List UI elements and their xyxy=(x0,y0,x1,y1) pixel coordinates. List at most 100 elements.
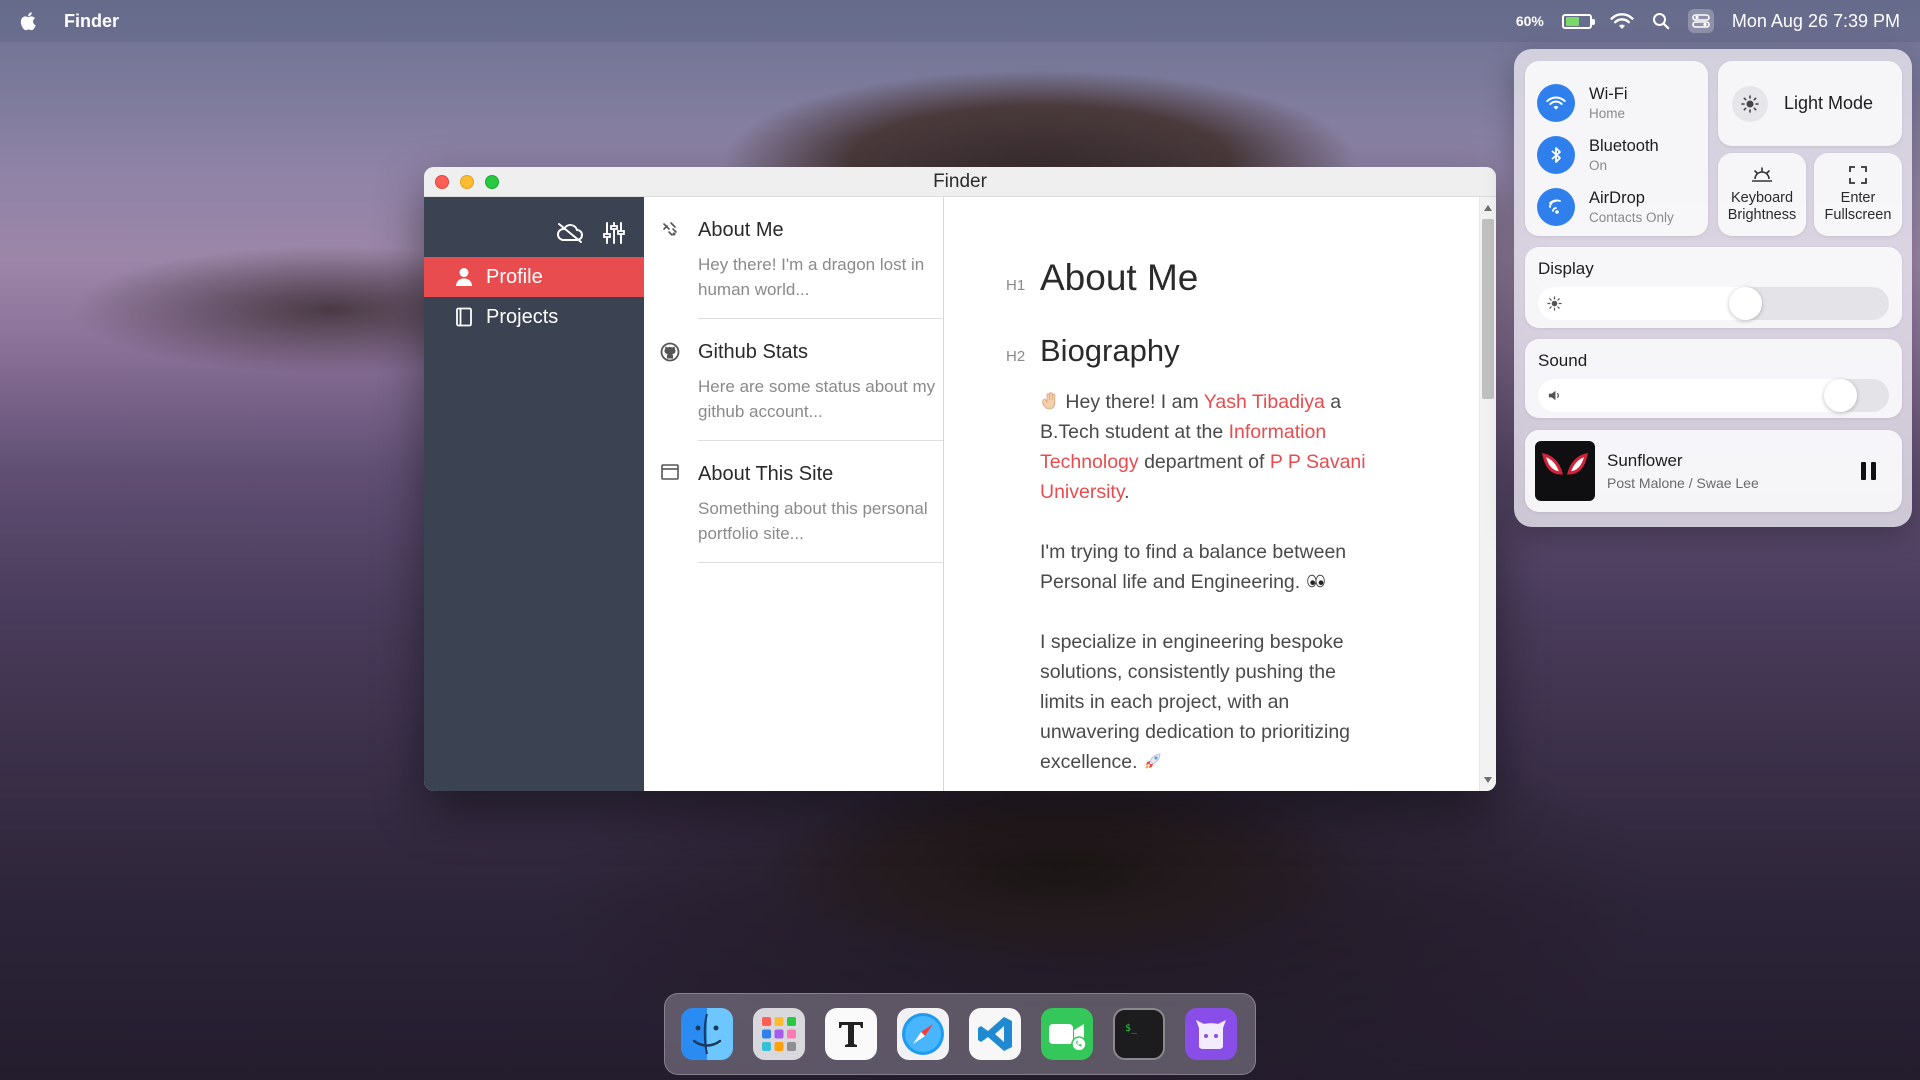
sidebar-item-profile[interactable]: Profile xyxy=(424,257,644,297)
airdrop-icon xyxy=(1537,188,1575,226)
wifi-toggle[interactable]: Wi-Fi Home xyxy=(1537,77,1708,129)
song-title: Sunflower xyxy=(1607,451,1683,470)
cloud-off-icon[interactable] xyxy=(556,219,584,247)
control-center-icon[interactable] xyxy=(1687,9,1714,33)
speaker-icon xyxy=(1548,390,1559,401)
battery-percent: 60% xyxy=(1515,13,1544,29)
person-icon xyxy=(454,267,474,287)
list-item-about-me[interactable]: About Me Hey there! I'm a dragon lost in… xyxy=(644,197,943,319)
bio-text: . xyxy=(1124,481,1130,503)
close-window-button[interactable] xyxy=(435,174,449,189)
wifi-icon xyxy=(1537,84,1575,122)
light-mode-toggle[interactable]: Light Mode xyxy=(1718,61,1902,146)
battery-fill xyxy=(1565,16,1579,26)
connectivity-tile: Wi-Fi Home Bluetooth On AirDrop Contacts… xyxy=(1525,61,1708,236)
svg-text:$_: $_ xyxy=(1125,1023,1138,1034)
bio-text: Hey there! I am xyxy=(1065,391,1204,413)
waving-hand-icon xyxy=(1042,392,1056,410)
window-title: Finder xyxy=(933,170,987,192)
facetime-icon[interactable] xyxy=(1041,1008,1093,1060)
battery-icon[interactable] xyxy=(1561,13,1595,29)
article-list: About Me Hey there! I'm a dragon lost in… xyxy=(644,197,944,791)
bio-paragraph: Hey there! I am Yash Tibadiya a B.Tech s… xyxy=(1040,387,1380,507)
bio-text: department of xyxy=(1138,451,1270,473)
sidebar-item-label: Projects xyxy=(486,305,559,328)
github-icon xyxy=(660,342,680,364)
now-playing-tile[interactable]: Sunflower Post Malone / Swae Lee xyxy=(1525,430,1902,512)
heading-tag-h1: H1 xyxy=(1006,277,1026,294)
sound-label: Sound xyxy=(1538,351,1588,370)
control-center-panel: Wi-Fi Home Bluetooth On AirDrop Contacts… xyxy=(1514,49,1912,527)
settings-sliders-icon[interactable] xyxy=(600,219,628,247)
scroll-down-arrow[interactable] xyxy=(1484,777,1492,783)
sound-slider-knob[interactable] xyxy=(1824,379,1857,412)
specialize-text: I specialize in engineering bespoke solu… xyxy=(1040,631,1351,773)
keyboard-brightness-icon xyxy=(1718,165,1806,187)
sound-tile: Sound xyxy=(1525,339,1902,418)
list-item-desc: Something about this personal portfolio … xyxy=(698,499,928,543)
window-titlebar[interactable]: Finder xyxy=(424,167,1496,197)
bluetooth-toggle[interactable]: Bluetooth On xyxy=(1537,129,1708,181)
minimize-window-button[interactable] xyxy=(460,174,474,189)
scroll-thumb[interactable] xyxy=(1482,219,1494,399)
wifi-status: Home xyxy=(1589,106,1626,121)
eyes-icon xyxy=(1306,574,1325,588)
bluetooth-icon xyxy=(1537,136,1575,174)
bluetooth-status: On xyxy=(1589,158,1608,173)
sun-icon xyxy=(1732,85,1768,122)
song-artist: Post Malone / Swae Lee xyxy=(1607,475,1759,491)
sound-slider-fill xyxy=(1538,379,1857,412)
scroll-up-arrow[interactable] xyxy=(1484,205,1492,211)
menu-clock[interactable]: Mon Aug 26 7:39 PM xyxy=(1732,11,1900,32)
balance-text: I'm trying to find a balance between Per… xyxy=(1040,541,1347,593)
gesture-icon xyxy=(660,220,680,242)
github-desktop-icon[interactable] xyxy=(1185,1008,1237,1060)
finder-window: Finder Profile Projects About Me Hey the… xyxy=(424,167,1496,791)
specialize-paragraph: I specialize in engineering bespoke solu… xyxy=(1040,627,1380,777)
sidebar-item-projects[interactable]: Projects xyxy=(424,297,644,337)
section-title: Biography xyxy=(1040,333,1180,368)
apple-logo-icon[interactable] xyxy=(20,11,38,31)
heading-tag-h2: H2 xyxy=(1006,348,1026,365)
keyboard-brightness-button[interactable]: Keyboard Brightness xyxy=(1718,153,1806,236)
list-item-title: Github Stats xyxy=(698,341,809,363)
fullscreen-label: Enter Fullscreen xyxy=(1824,190,1892,223)
list-item-about-this-site[interactable]: About This Site Something about this per… xyxy=(644,441,943,563)
display-slider-knob[interactable] xyxy=(1729,287,1762,320)
book-icon xyxy=(454,307,474,327)
maximize-window-button[interactable] xyxy=(485,174,499,189)
typora-icon[interactable] xyxy=(825,1008,877,1060)
fullscreen-icon xyxy=(1814,165,1902,187)
window-icon xyxy=(660,464,680,486)
brightness-icon xyxy=(1547,296,1562,311)
active-app-name[interactable]: Finder xyxy=(64,11,119,32)
list-item-desc: Here are some status about my github acc… xyxy=(698,377,936,421)
content-scrollbar[interactable] xyxy=(1479,197,1496,791)
vscode-icon[interactable] xyxy=(969,1008,1021,1060)
rocket-icon xyxy=(1145,753,1161,769)
list-item-github-stats[interactable]: Github Stats Here are some status about … xyxy=(644,319,943,441)
sound-slider[interactable] xyxy=(1538,379,1889,412)
wifi-icon[interactable] xyxy=(1610,12,1634,30)
display-slider[interactable] xyxy=(1538,287,1889,320)
airdrop-toggle[interactable]: AirDrop Contacts Only xyxy=(1537,181,1708,233)
enter-fullscreen-button[interactable]: Enter Fullscreen xyxy=(1814,153,1902,236)
display-tile: Display xyxy=(1525,247,1902,328)
sidebar: Profile Projects xyxy=(424,197,644,791)
pause-icon[interactable] xyxy=(1861,462,1876,480)
content-pane[interactable]: H1 About Me H2 Biography Hey there! I am… xyxy=(944,197,1496,791)
launchpad-icon[interactable] xyxy=(753,1008,805,1060)
list-item-title: About Me xyxy=(698,219,784,241)
safari-icon[interactable] xyxy=(897,1008,949,1060)
menu-bar: Finder 60% Mon Aug 26 7:39 PM xyxy=(0,0,1920,42)
page-title: About Me xyxy=(1040,257,1199,298)
airdrop-status: Contacts Only xyxy=(1589,210,1674,225)
terminal-icon[interactable]: $_ xyxy=(1113,1008,1165,1060)
name-link[interactable]: Yash Tibadiya xyxy=(1204,391,1325,413)
airdrop-label: AirDrop xyxy=(1589,189,1645,207)
list-item-title: About This Site xyxy=(698,463,834,485)
finder-icon[interactable] xyxy=(681,1008,733,1060)
keyboard-brightness-label: Keyboard Brightness xyxy=(1727,190,1797,223)
balance-paragraph: I'm trying to find a balance between Per… xyxy=(1040,537,1380,597)
search-icon[interactable] xyxy=(1652,12,1670,30)
